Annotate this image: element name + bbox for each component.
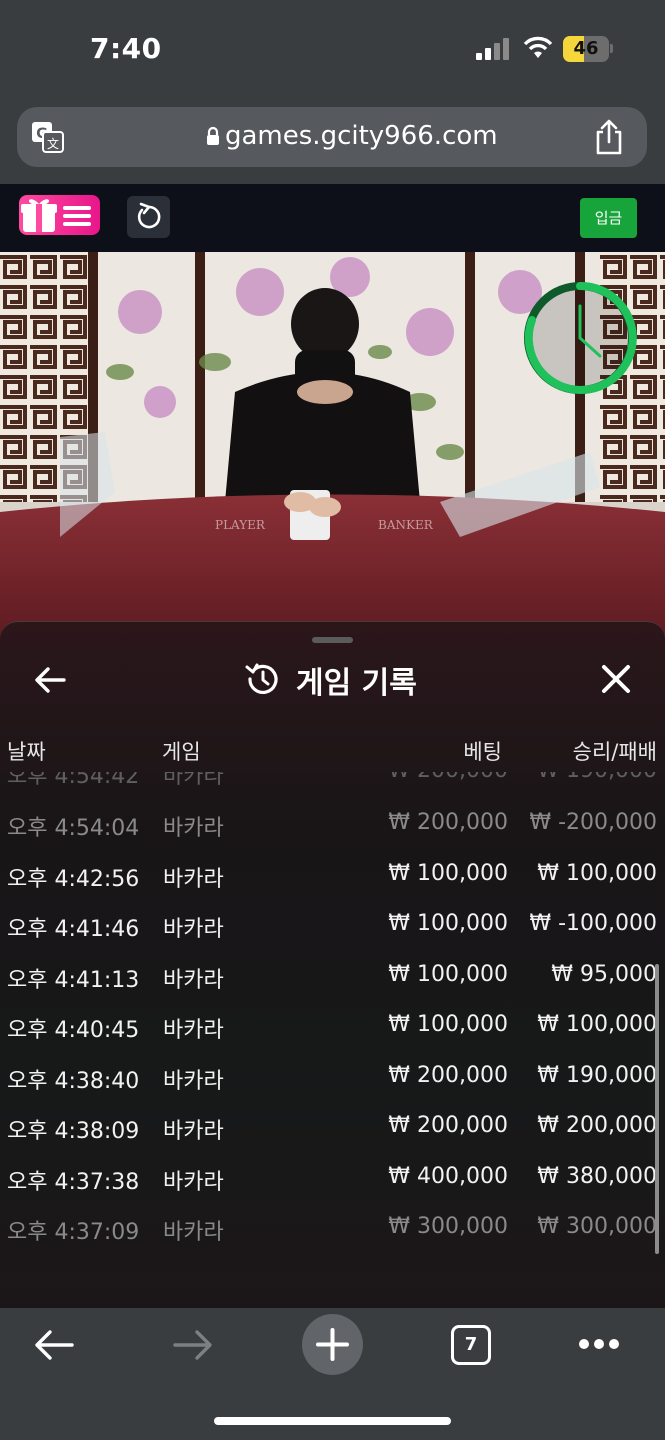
svg-text:文: 文 [47, 136, 59, 151]
tab-switcher-button[interactable]: 7 [451, 1325, 491, 1365]
new-tab-button[interactable] [302, 1314, 363, 1375]
more-icon[interactable] [578, 1338, 620, 1350]
lock-icon [207, 126, 219, 145]
table-row: 오후 4:38:09 바카라 ₩ 200,000 ₩ 200,000 [7, 1113, 657, 1144]
svg-text:BANKER: BANKER [378, 518, 434, 532]
cellular-signal-icon [476, 38, 512, 60]
table-row: 오후 4:42:56 바카라 ₩ 100,000 ₩ 100,000 [7, 861, 657, 892]
address-bar[interactable]: G 文 games.gcity966.com [17, 107, 647, 167]
arrow-left-icon[interactable] [30, 660, 70, 700]
browser-forward-icon[interactable] [173, 1328, 213, 1362]
refresh-icon [137, 202, 161, 229]
url-text[interactable]: games.gcity966.com [225, 121, 498, 151]
table-row: 오후 4:41:46 바카라 ₩ 100,000 ₩ -100,000 [7, 911, 657, 942]
battery-nub [610, 44, 613, 53]
battery-indicator: 46 [563, 36, 609, 62]
share-icon[interactable] [593, 119, 625, 155]
table-row: 오후 4:37:38 바카라 ₩ 400,000 ₩ 380,000 [7, 1164, 657, 1195]
browser-back-icon[interactable] [34, 1328, 74, 1362]
svg-text:PLAYER: PLAYER [215, 518, 266, 532]
hamburger-icon [63, 206, 91, 226]
table-row: 오후 4:38:40 바카라 ₩ 200,000 ₩ 190,000 [7, 1063, 657, 1094]
table-row: 오후 4:37:09 바카라 ₩ 300,000 ₩ 300,000 [7, 1214, 657, 1245]
table-row: 오후 4:41:13 바카라 ₩ 100,000 ₩ 95,000 [7, 962, 657, 993]
refresh-button[interactable] [127, 196, 170, 238]
history-table[interactable]: 오후 4:54:42 바카라 ₩ 200,000 ₩ 190,000 오후 4:… [0, 772, 665, 1308]
close-icon[interactable] [597, 660, 635, 698]
status-time: 7:40 [90, 32, 162, 65]
plus-icon [316, 1328, 349, 1361]
sheet-grabber[interactable] [312, 637, 353, 643]
home-indicator[interactable] [214, 1417, 451, 1425]
column-header-game: 게임 [162, 740, 201, 764]
translate-icon[interactable]: G 文 [31, 121, 65, 153]
gift-icon [21, 199, 57, 232]
wifi-icon [523, 36, 553, 58]
live-dealer-video: PLAYER BANKER [0, 252, 665, 652]
sheet-title: 게임 기록 [296, 666, 417, 701]
scrollbar[interactable] [655, 964, 659, 1254]
history-icon [245, 663, 278, 694]
column-header-date: 날짜 [7, 740, 46, 764]
column-header-win-loss: 승리/패배 [572, 740, 657, 764]
table-row: 오후 4:40:45 바카라 ₩ 100,000 ₩ 100,000 [7, 1012, 657, 1043]
column-header-bet: 베팅 [463, 740, 502, 764]
deposit-button[interactable]: 입금 [580, 198, 637, 238]
table-row: 오후 4:54:04 바카라 ₩ 200,000 ₩ -200,000 [7, 810, 657, 841]
timer-icon [524, 281, 637, 394]
gift-menu-button[interactable] [19, 195, 100, 235]
table-row: 오후 4:54:42 바카라 ₩ 200,000 ₩ 190,000 [7, 772, 657, 789]
status-bar: 7:40 46 [0, 0, 665, 100]
game-history-sheet: 게임 기록 날짜 게임 베팅 승리/패배 오후 4:54:42 바카라 ₩ 20… [0, 621, 665, 1308]
app-header: 입금 [0, 184, 665, 252]
battery-percent: 46 [573, 38, 599, 59]
